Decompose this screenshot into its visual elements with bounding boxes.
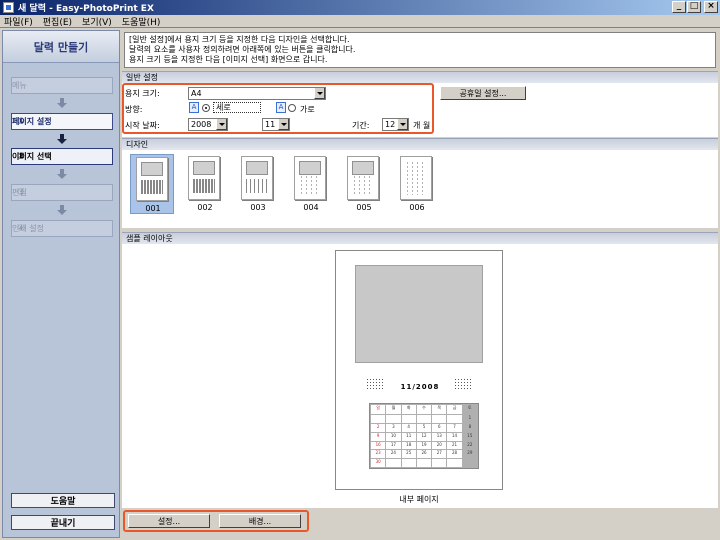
dropdown-arrow-icon[interactable]: [314, 88, 325, 99]
down-arrow-icon: [57, 205, 67, 215]
design-label: 005: [356, 203, 372, 212]
design-preview: [188, 156, 220, 200]
background-button[interactable]: 배경...: [219, 514, 301, 528]
design-preview: [294, 156, 326, 200]
paper-size-select[interactable]: A4: [188, 87, 326, 100]
step-label: 페이지 설정: [12, 117, 52, 126]
portrait-page-icon: A: [189, 102, 199, 113]
dropdown-arrow-icon[interactable]: [216, 119, 227, 130]
instruction-line: 달력의 요소를 사용자 정의하려면 아래쪽에 있는 버튼을 클릭합니다.: [129, 45, 356, 54]
design-preview: [347, 156, 379, 200]
step-label: 이미지 선택: [12, 152, 52, 161]
period-value: 12: [385, 120, 396, 129]
preview-calendar-grid: 일월화수목금토 1 2345678 9 10 11 12 13 14 15 16 17 18 19…: [369, 403, 479, 469]
help-button[interactable]: 도움말: [11, 493, 115, 508]
preview-caption: 내부 페이지: [399, 495, 439, 504]
menu-bar: 파일(F) 편집(E) 보기(V) 도움말(H): [0, 15, 720, 28]
start-year-select[interactable]: 2008: [188, 118, 228, 131]
sidebar-step-menu[interactable]: 메뉴: [11, 77, 113, 94]
step-label: 편집: [12, 188, 27, 197]
instruction-box: [일반 설정]에서 용지 크기 등을 지정한 다음 디자인을 선택합니다. 달력…: [124, 32, 716, 68]
general-settings-panel: 용지 크기: A4 방향: A 세로 A 가로 시작 날짜: 2008 11 기…: [122, 83, 718, 137]
minimize-button[interactable]: _: [672, 1, 686, 13]
design-label: 006: [409, 203, 425, 212]
landscape-label[interactable]: 가로: [300, 104, 315, 115]
sample-page-preview: 11/2008 일월화수목금토 1 2345678 9 10 11 12 13 14 15 …: [335, 250, 503, 490]
settings-button[interactable]: 설정...: [128, 514, 210, 528]
period-select[interactable]: 12: [382, 118, 409, 131]
orientation-label: 방향:: [125, 105, 143, 114]
preview-month-title: 11/2008: [400, 383, 440, 391]
app-icon: [3, 2, 14, 13]
landscape-radio[interactable]: [288, 104, 296, 112]
next-month-mini-calendar: [454, 378, 472, 390]
holiday-settings-button[interactable]: 공휴일 설정...: [440, 86, 526, 100]
start-date-label: 시작 날짜:: [125, 121, 160, 130]
design-thumb-001[interactable]: 001: [130, 154, 174, 214]
down-arrow-icon: [57, 98, 67, 108]
photo-placeholder: [355, 265, 483, 363]
sidebar-step-select-image[interactable]: ② 이미지 선택: [11, 148, 113, 165]
close-button[interactable]: ×: [704, 1, 718, 13]
sidebar-step-page-setup[interactable]: ① 페이지 설정: [11, 113, 113, 130]
down-arrow-icon: [57, 169, 67, 179]
menu-edit[interactable]: 편집(E): [43, 15, 72, 28]
design-label: 002: [197, 203, 213, 212]
design-thumb-006[interactable]: 006: [395, 154, 439, 214]
maximize-button[interactable]: □: [687, 1, 701, 13]
sidebar-title: 달력 만들기: [3, 31, 119, 63]
step-label: 인쇄 설정: [12, 224, 44, 233]
design-preview: [241, 156, 273, 200]
down-arrow-icon: [57, 134, 67, 144]
design-label: 001: [145, 204, 161, 213]
main-area: [일반 설정]에서 용지 크기 등을 지정한 다음 디자인을 선택합니다. 달력…: [122, 30, 718, 538]
exit-button[interactable]: 끝내기: [11, 515, 115, 530]
sidebar-step-edit[interactable]: ③ 편집: [11, 184, 113, 201]
menu-file[interactable]: 파일(F): [4, 15, 33, 28]
landscape-page-icon: A: [276, 102, 286, 113]
start-year-value: 2008: [191, 120, 212, 129]
title-bar: 새 달력 - Easy-PhotoPrint EX _ □ ×: [0, 0, 720, 15]
instruction-line: 용지 크기 등을 지정한 다음 [이미지 선택] 화면으로 갑니다.: [129, 55, 328, 64]
paper-size-value: A4: [191, 89, 202, 98]
window-controls: _ □ ×: [672, 1, 718, 13]
portrait-radio[interactable]: [202, 104, 210, 112]
dropdown-arrow-icon[interactable]: [278, 119, 289, 130]
start-month-select[interactable]: 11: [262, 118, 290, 131]
instruction-line: [일반 설정]에서 용지 크기 등을 지정한 다음 디자인을 선택합니다.: [129, 35, 350, 44]
portrait-label[interactable]: 세로: [213, 102, 261, 113]
design-thumb-005[interactable]: 005: [342, 154, 386, 214]
design-thumb-003[interactable]: 003: [236, 154, 280, 214]
step-label: 메뉴: [12, 81, 27, 90]
dropdown-arrow-icon[interactable]: [397, 119, 408, 130]
paper-size-label: 용지 크기:: [125, 89, 160, 98]
design-header: 디자인: [122, 138, 718, 150]
menu-view[interactable]: 보기(V): [82, 15, 112, 28]
start-month-value: 11: [265, 120, 276, 129]
sidebar-step-print-settings[interactable]: ④ 인쇄 설정: [11, 220, 113, 237]
design-preview: [400, 156, 432, 200]
sample-layout-header: 샘플 레이아웃: [122, 232, 718, 244]
design-thumb-002[interactable]: 002: [183, 154, 227, 214]
design-preview: [136, 157, 168, 201]
design-label: 004: [303, 203, 319, 212]
design-label: 003: [250, 203, 266, 212]
sidebar: 달력 만들기 메뉴 ① 페이지 설정 ② 이미지 선택 ③ 편집 ④ 인쇄 설정…: [2, 30, 120, 538]
period-unit-label: 개 월: [413, 121, 431, 130]
design-panel: 001 002 003 004 005 006: [122, 150, 718, 228]
general-settings-header: 일반 설정: [122, 71, 718, 83]
period-label: 기간:: [352, 121, 370, 130]
design-thumb-004[interactable]: 004: [289, 154, 333, 214]
window-title: 새 달력 - Easy-PhotoPrint EX: [18, 4, 154, 14]
menu-help[interactable]: 도움말(H): [122, 15, 161, 28]
